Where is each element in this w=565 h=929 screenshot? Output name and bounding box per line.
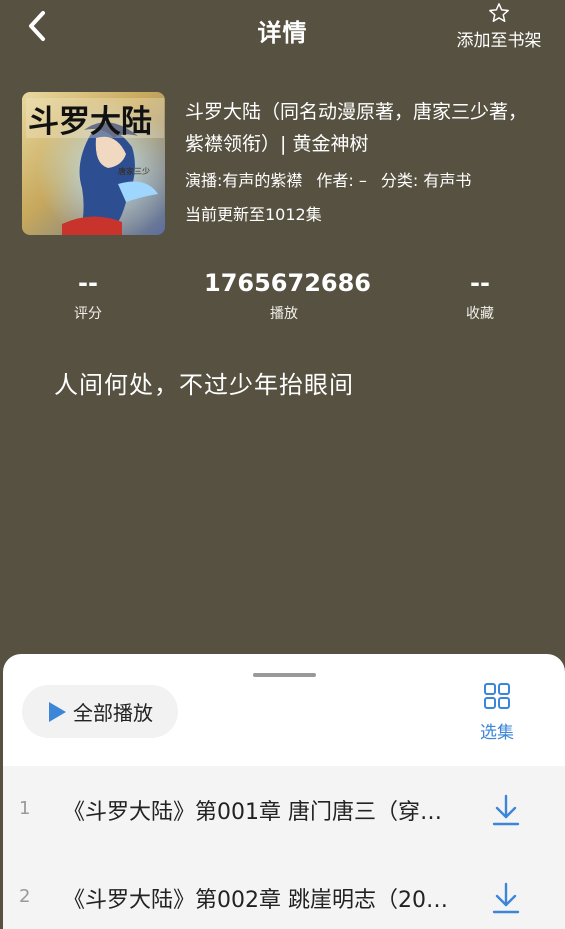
download-icon[interactable]	[491, 793, 521, 827]
stat-favorites: -- 收藏	[400, 267, 560, 323]
book-meta: 演播:有声的紫襟 作者: – 分类: 有声书	[185, 164, 540, 198]
book-info: 斗罗大陆（同名动漫原著，唐家三少著，紫襟领衔）| 黄金神树 演播:有声的紫襟 作者…	[185, 96, 540, 226]
rating-value: --	[78, 269, 98, 297]
book-title: 斗罗大陆（同名动漫原著，唐家三少著，紫襟领衔）| 黄金神树	[185, 101, 528, 155]
svg-text:唐家三少: 唐家三少	[118, 166, 150, 176]
narrator: 演播:有声的紫襟	[185, 171, 303, 190]
category: 分类: 有声书	[380, 171, 472, 190]
play-all-button[interactable]: 全部播放	[22, 685, 178, 738]
stat-plays: 1765672686 播放	[204, 267, 371, 323]
episode-sheet: 全部播放 选集 1 《斗罗大陆》第001章 唐门唐三（穿… 2 《斗罗大陆》第0…	[3, 654, 565, 929]
episode-title: 《斗罗大陆》第001章 唐门唐三（穿…	[63, 800, 442, 825]
episode-index: 1	[19, 798, 31, 819]
episode-index: 2	[19, 886, 31, 907]
grid-icon	[484, 683, 510, 709]
episode-row[interactable]: 1 《斗罗大陆》第001章 唐门唐三（穿…	[3, 766, 565, 854]
plays-value: 1765672686	[204, 269, 371, 297]
add-to-shelf-label: 添加至书架	[456, 31, 542, 51]
episode-row[interactable]: 2 《斗罗大陆》第002章 跳崖明志（20…	[3, 854, 565, 929]
plays-label: 播放	[270, 306, 298, 322]
play-all-label: 全部播放	[73, 701, 153, 725]
book-slogan: 人间何处，不过少年抬眼间	[54, 371, 354, 399]
top-bar: 详情 添加至书架	[0, 0, 565, 56]
author: 作者: –	[316, 171, 367, 190]
add-to-shelf-button[interactable]: 添加至书架	[451, 2, 547, 51]
favorites-label: 收藏	[466, 306, 494, 322]
rating-label: 评分	[74, 306, 102, 322]
play-icon	[49, 701, 66, 722]
cover-title-art: 斗罗大陆	[28, 104, 152, 140]
update-status: 当前更新至1012集	[185, 205, 322, 224]
sheet-drag-handle[interactable]	[253, 673, 316, 677]
stats-bar: -- 评分 1765672686 播放 -- 收藏	[0, 267, 565, 327]
stat-rating: -- 评分	[8, 267, 168, 323]
episodes-label: 选集	[480, 723, 514, 743]
favorites-value: --	[470, 269, 490, 297]
book-cover: 斗罗大陆 唐家三少	[22, 92, 165, 235]
star-icon	[489, 3, 509, 22]
download-icon[interactable]	[491, 881, 521, 915]
episode-title: 《斗罗大陆》第002章 跳崖明志（20…	[63, 888, 448, 913]
episodes-button[interactable]: 选集	[467, 682, 527, 743]
